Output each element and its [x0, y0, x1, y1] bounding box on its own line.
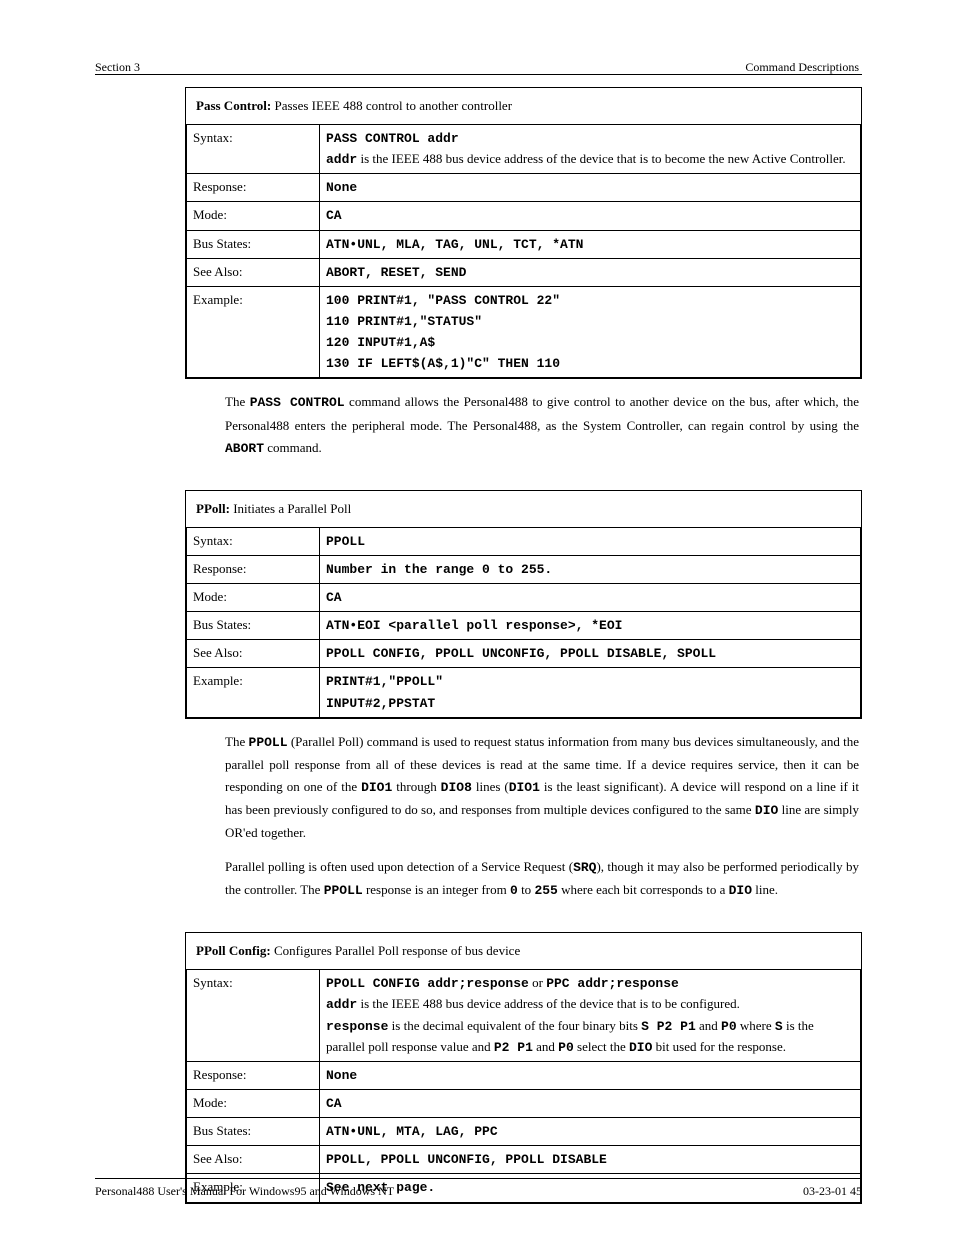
value-syntax: PPOLL	[320, 527, 861, 555]
table-row: Response:None	[187, 1061, 861, 1089]
footer-left: Personal488 User's Manual For Windows95 …	[95, 1184, 394, 1199]
footer-rule	[95, 1178, 862, 1179]
ppoll-title: PPoll: Initiates a Parallel Poll	[186, 491, 861, 527]
value-syntax: PPOLL CONFIG addr;response or PPC addr;r…	[320, 970, 861, 1062]
table-row: Mode:CA	[187, 1090, 861, 1118]
value-response: None	[320, 1061, 861, 1089]
value-bus-states: ATN•UNL, MTA, LAG, PPC	[320, 1118, 861, 1146]
table-row: Bus States:ATN•UNL, MLA, TAG, UNL, TCT, …	[187, 230, 861, 258]
ppoll-para-1: The PPOLL (Parallel Poll) command is use…	[225, 731, 859, 844]
value-mode: CA	[320, 583, 861, 611]
label-example: Example:	[187, 668, 320, 717]
pass-control-para: The PASS CONTROL command allows the Pers…	[225, 391, 859, 459]
pass-control-title-desc: Passes IEEE 488 control to another contr…	[271, 98, 512, 113]
table-row: Syntax:PPOLL	[187, 527, 861, 555]
label-see-also: See Also:	[187, 258, 320, 286]
label-mode: Mode:	[187, 202, 320, 230]
value-mode: CA	[320, 202, 861, 230]
label-bus-states: Bus States:	[187, 230, 320, 258]
pass-control-table: Syntax:PASS CONTROL addraddr is the IEEE…	[186, 124, 861, 378]
value-example: 100 PRINT#1, "PASS CONTROL 22" 110 PRINT…	[320, 286, 861, 378]
label-mode: Mode:	[187, 583, 320, 611]
table-row: Response:None	[187, 174, 861, 202]
label-mode: Mode:	[187, 1090, 320, 1118]
table-row: Syntax:PPOLL CONFIG addr;response or PPC…	[187, 970, 861, 1062]
label-bus-states: Bus States:	[187, 1118, 320, 1146]
table-row: Response:Number in the range 0 to 255.	[187, 555, 861, 583]
value-example: PRINT#1,"PPOLL" INPUT#2,PPSTAT	[320, 668, 861, 717]
ppoll-table: Syntax:PPOLL Response:Number in the rang…	[186, 527, 861, 718]
table-row: Example:PRINT#1,"PPOLL" INPUT#2,PPSTAT	[187, 668, 861, 717]
label-see-also: See Also:	[187, 1146, 320, 1174]
table-row: See Also:ABORT, RESET, SEND	[187, 258, 861, 286]
ppoll-config-table: Syntax:PPOLL CONFIG addr;response or PPC…	[186, 969, 861, 1202]
header-title: Command Descriptions	[745, 60, 859, 75]
table-row: See Also:PPOLL, PPOLL UNCONFIG, PPOLL DI…	[187, 1146, 861, 1174]
footer-right: 03-23-01 45	[803, 1184, 862, 1199]
value-syntax: PASS CONTROL addraddr is the IEEE 488 bu…	[320, 125, 861, 174]
label-response: Response:	[187, 174, 320, 202]
value-bus-states: ATN•EOI <parallel poll response>, *EOI	[320, 612, 861, 640]
ppoll-config-title-desc: Configures Parallel Poll response of bus…	[271, 943, 520, 958]
table-row: Mode:CA	[187, 583, 861, 611]
table-row: Bus States:ATN•EOI <parallel poll respon…	[187, 612, 861, 640]
table-row: See Also:PPOLL CONFIG, PPOLL UNCONFIG, P…	[187, 640, 861, 668]
ppoll-config-title-name: PPoll Config:	[196, 943, 271, 958]
table-row: Example:100 PRINT#1, "PASS CONTROL 22" 1…	[187, 286, 861, 378]
value-response: Number in the range 0 to 255.	[320, 555, 861, 583]
value-see-also: ABORT, RESET, SEND	[320, 258, 861, 286]
header-rule	[95, 74, 862, 75]
label-bus-states: Bus States:	[187, 612, 320, 640]
ppoll-title-name: PPoll:	[196, 501, 230, 516]
ppoll-config-box: PPoll Config: Configures Parallel Poll r…	[185, 932, 862, 1203]
ppoll-box: PPoll: Initiates a Parallel Poll Syntax:…	[185, 490, 862, 719]
pass-control-box: Pass Control: Passes IEEE 488 control to…	[185, 87, 862, 379]
pass-control-title-name: Pass Control:	[196, 98, 271, 113]
value-response: None	[320, 174, 861, 202]
header-section: Section 3	[95, 60, 140, 75]
label-syntax: Syntax:	[187, 125, 320, 174]
label-syntax: Syntax:	[187, 527, 320, 555]
table-row: Bus States:ATN•UNL, MTA, LAG, PPC	[187, 1118, 861, 1146]
label-see-also: See Also:	[187, 640, 320, 668]
ppoll-para-2: Parallel polling is often used upon dete…	[225, 856, 859, 902]
value-see-also: PPOLL, PPOLL UNCONFIG, PPOLL DISABLE	[320, 1146, 861, 1174]
pass-control-title: Pass Control: Passes IEEE 488 control to…	[186, 88, 861, 124]
label-response: Response:	[187, 1061, 320, 1089]
label-syntax: Syntax:	[187, 970, 320, 1062]
label-example: Example:	[187, 286, 320, 378]
ppoll-title-desc: Initiates a Parallel Poll	[230, 501, 351, 516]
value-see-also: PPOLL CONFIG, PPOLL UNCONFIG, PPOLL DISA…	[320, 640, 861, 668]
ppoll-config-title: PPoll Config: Configures Parallel Poll r…	[186, 933, 861, 969]
table-row: Syntax:PASS CONTROL addraddr is the IEEE…	[187, 125, 861, 174]
value-mode: CA	[320, 1090, 861, 1118]
table-row: Mode:CA	[187, 202, 861, 230]
label-response: Response:	[187, 555, 320, 583]
value-bus-states: ATN•UNL, MLA, TAG, UNL, TCT, *ATN	[320, 230, 861, 258]
